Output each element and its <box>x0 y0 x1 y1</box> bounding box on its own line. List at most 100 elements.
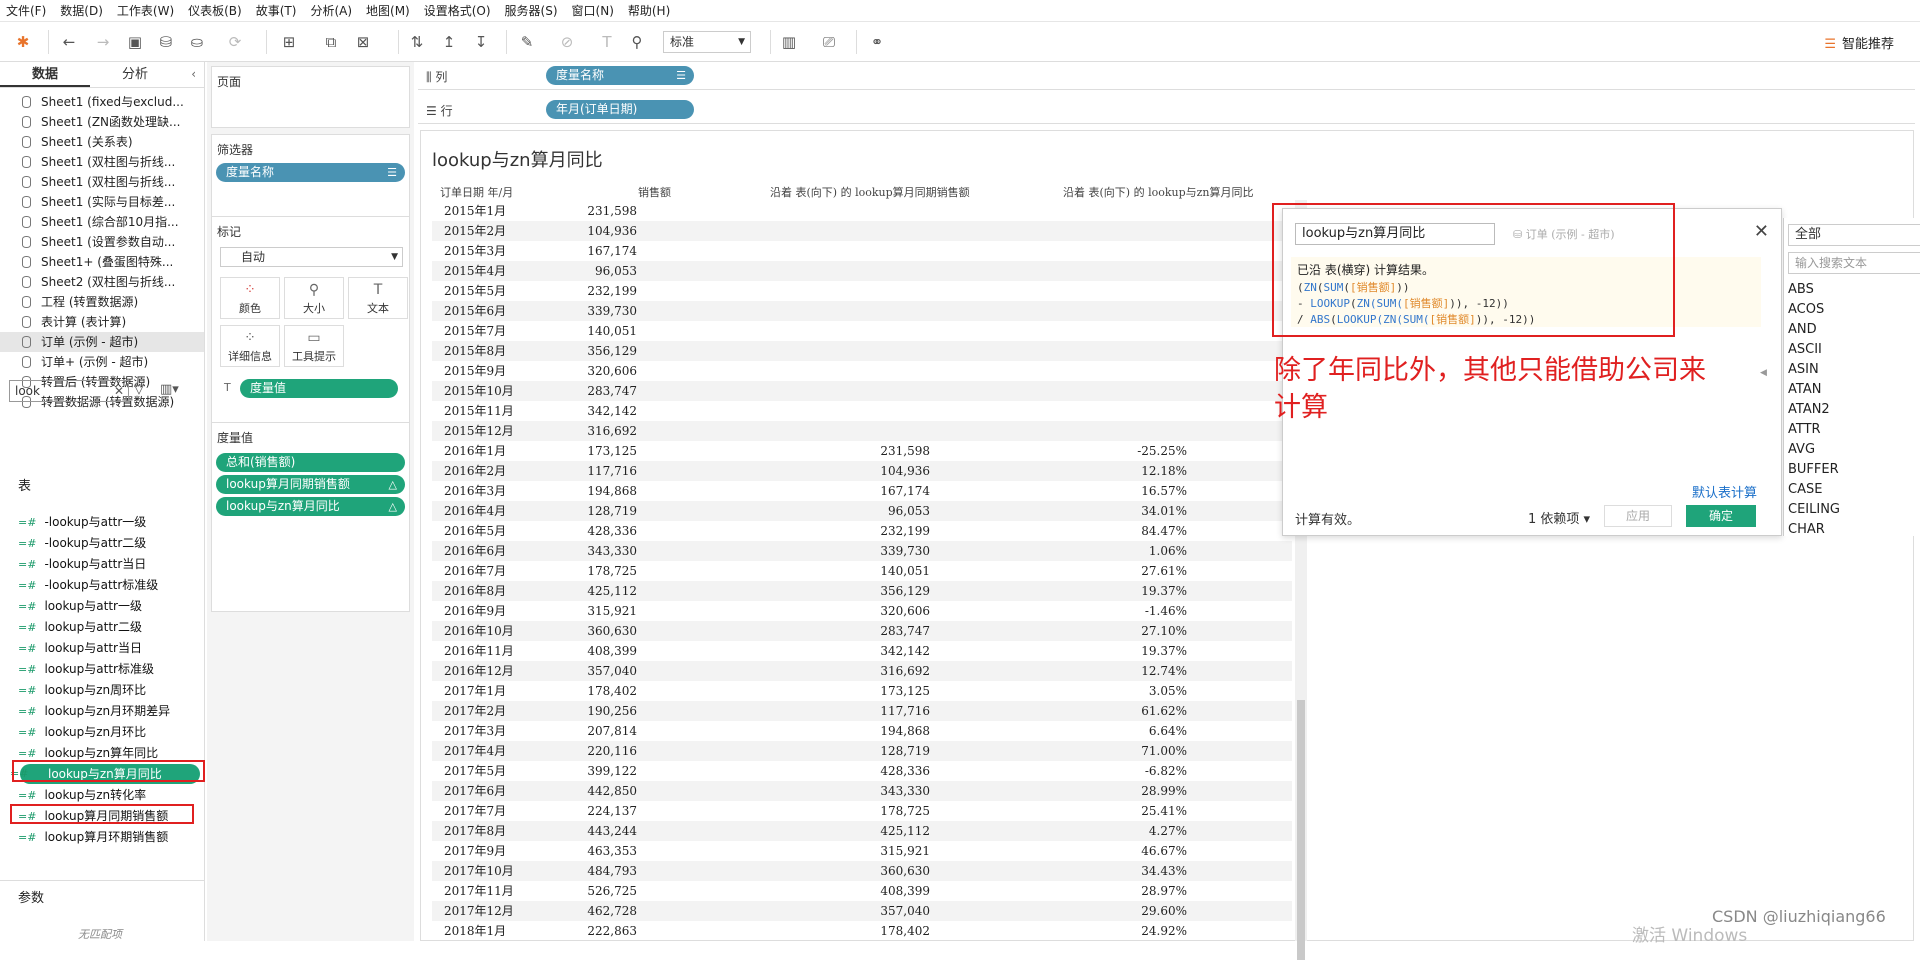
yoy-cell[interactable]: 27.61% <box>1141 561 1187 581</box>
sales-cell[interactable]: 117,716 <box>587 461 637 481</box>
pause-updates-icon[interactable]: ⛀ <box>186 31 208 53</box>
mark-type-select[interactable]: 自动 ▼ <box>220 247 403 267</box>
function-item[interactable]: ABS <box>1788 280 1814 300</box>
month-cell[interactable]: 2016年12月 <box>444 661 514 681</box>
month-cell[interactable]: 2017年3月 <box>444 721 506 741</box>
sales-cell[interactable]: 339,730 <box>587 301 637 321</box>
lookup-sales-cell[interactable]: 316,692 <box>880 661 930 681</box>
yoy-cell[interactable]: 19.37% <box>1141 581 1187 601</box>
field-search-input[interactable]: look ✕ <box>9 380 129 402</box>
month-cell[interactable]: 2016年10月 <box>444 621 514 641</box>
field-item[interactable]: =# lookup与zn周环比 <box>18 680 146 700</box>
month-cell[interactable]: 2016年8月 <box>444 581 506 601</box>
view-options-icon[interactable]: ▥▾ <box>160 382 179 397</box>
month-cell[interactable]: 2015年6月 <box>444 301 506 321</box>
lookup-sales-cell[interactable]: 194,868 <box>880 721 930 741</box>
month-cell[interactable]: 2015年9月 <box>444 361 506 381</box>
yoy-cell[interactable]: 71.00% <box>1141 741 1187 761</box>
sort-descending-icon[interactable]: ↧ <box>470 31 492 53</box>
datasource-item[interactable]: Sheet1 (综合部10月指... <box>0 212 204 232</box>
month-cell[interactable]: 2017年8月 <box>444 821 506 841</box>
datasource-item[interactable]: 订单 (示例 - 超市) <box>0 332 204 352</box>
month-cell[interactable]: 2016年3月 <box>444 481 506 501</box>
scrollbar-thumb[interactable] <box>1297 700 1305 960</box>
lookup-sales-cell[interactable]: 173,125 <box>880 681 930 701</box>
function-search-input[interactable]: 输入搜索文本 <box>1788 252 1920 274</box>
yoy-cell[interactable]: -6.82% <box>1145 761 1187 781</box>
sales-cell[interactable]: 232,199 <box>587 281 637 301</box>
menu-item[interactable]: 文件(F) <box>6 2 46 19</box>
sales-cell[interactable]: 96,053 <box>595 261 637 281</box>
sales-cell[interactable]: 104,936 <box>587 221 637 241</box>
month-cell[interactable]: 2016年5月 <box>444 521 506 541</box>
field-item[interactable]: =# -lookup与attr二级 <box>18 533 146 553</box>
sales-cell[interactable]: 357,040 <box>587 661 637 681</box>
dependencies-dropdown[interactable]: 1 依赖项 ▾ <box>1528 508 1590 527</box>
fit-width-select[interactable]: 标准 ▼ <box>663 31 751 53</box>
collapse-panel-icon[interactable]: ◀ <box>1760 368 1767 378</box>
month-cell[interactable]: 2016年7月 <box>444 561 506 581</box>
field-item[interactable]: =# -lookup与attr当日 <box>18 554 146 574</box>
field-item[interactable]: =# lookup与attr当日 <box>18 638 142 658</box>
lookup-sales-cell[interactable]: 356,129 <box>880 581 930 601</box>
fix-axes-icon[interactable]: ⚲ <box>626 31 648 53</box>
sales-cell[interactable]: 316,692 <box>587 421 637 441</box>
presentation-mode-icon[interactable]: ⎚ <box>818 31 840 53</box>
yoy-cell[interactable]: 34.43% <box>1141 861 1187 881</box>
month-cell[interactable]: 2018年1月 <box>444 921 506 941</box>
function-item[interactable]: AVG <box>1788 440 1815 460</box>
mark-pill[interactable]: 度量值 <box>240 379 398 398</box>
month-cell[interactable]: 2016年6月 <box>444 541 506 561</box>
sales-cell[interactable]: 190,256 <box>587 701 637 721</box>
function-item[interactable]: ACOS <box>1788 300 1824 320</box>
lookup-sales-cell[interactable]: 343,330 <box>880 781 930 801</box>
new-datasource-icon[interactable]: ⛁ <box>155 31 177 53</box>
sort-ascending-icon[interactable]: ↥ <box>438 31 460 53</box>
sales-cell[interactable]: 178,725 <box>587 561 637 581</box>
lookup-sales-cell[interactable]: 342,142 <box>880 641 930 661</box>
function-item[interactable]: ASIN <box>1788 360 1819 380</box>
tableau-logo-icon[interactable]: ✱ <box>12 31 34 53</box>
sales-cell[interactable]: 356,129 <box>587 341 637 361</box>
month-cell[interactable]: 2017年6月 <box>444 781 506 801</box>
sales-cell[interactable]: 315,921 <box>587 601 637 621</box>
lookup-sales-cell[interactable]: 357,040 <box>880 901 930 921</box>
pages-card[interactable]: 页面 <box>211 66 410 128</box>
field-item[interactable]: =# -lookup与attr一级 <box>18 512 146 532</box>
menu-item[interactable]: 帮助(H) <box>628 2 670 19</box>
lookup-sales-cell[interactable]: 167,174 <box>880 481 930 501</box>
sales-cell[interactable]: 484,793 <box>587 861 637 881</box>
col-header-lookup-sales[interactable]: 沿着 表(向下) 的 lookup算月同期销售额 <box>770 184 970 200</box>
month-cell[interactable]: 2017年1月 <box>444 681 506 701</box>
refresh-icon[interactable]: ⟳ <box>224 31 246 53</box>
month-cell[interactable]: 2017年5月 <box>444 761 506 781</box>
columns-pill[interactable]: 度量名称 ☰ <box>546 66 694 85</box>
col-header-month[interactable]: 订单日期 年/月 <box>440 184 513 200</box>
datasource-item[interactable]: Sheet1 (关系表) <box>0 132 204 152</box>
month-cell[interactable]: 2016年1月 <box>444 441 506 461</box>
yoy-cell[interactable]: 34.01% <box>1141 501 1187 521</box>
sales-cell[interactable]: 194,868 <box>587 481 637 501</box>
tab-analysis[interactable]: 分析 <box>90 62 180 87</box>
measure-pill[interactable]: 总和(销售额) <box>216 453 405 472</box>
lookup-sales-cell[interactable]: 339,730 <box>880 541 930 561</box>
month-cell[interactable]: 2015年8月 <box>444 341 506 361</box>
filter-pill[interactable]: 度量名称 ☰ <box>216 163 405 182</box>
detail-button[interactable]: ⁘ 详细信息 <box>220 325 280 367</box>
yoy-cell[interactable]: 12.18% <box>1141 461 1187 481</box>
lookup-sales-cell[interactable]: 231,598 <box>880 441 930 461</box>
month-cell[interactable]: 2017年7月 <box>444 801 506 821</box>
sales-cell[interactable]: 343,330 <box>587 541 637 561</box>
lookup-sales-cell[interactable]: 128,719 <box>880 741 930 761</box>
lookup-sales-cell[interactable]: 283,747 <box>880 621 930 641</box>
clear-search-icon[interactable]: ✕ <box>114 381 124 401</box>
sales-cell[interactable]: 408,399 <box>587 641 637 661</box>
lookup-sales-cell[interactable]: 425,112 <box>880 821 930 841</box>
sales-cell[interactable]: 320,606 <box>587 361 637 381</box>
share-icon[interactable]: ⚭ <box>866 31 888 53</box>
month-cell[interactable]: 2017年9月 <box>444 841 506 861</box>
menu-item[interactable]: 设置格式(O) <box>424 2 491 19</box>
show-me-chart-icon[interactable]: ▥ <box>778 31 800 53</box>
filter-icon[interactable]: ▽ <box>134 382 144 397</box>
field-item[interactable]: =# lookup与attr一级 <box>18 596 142 616</box>
